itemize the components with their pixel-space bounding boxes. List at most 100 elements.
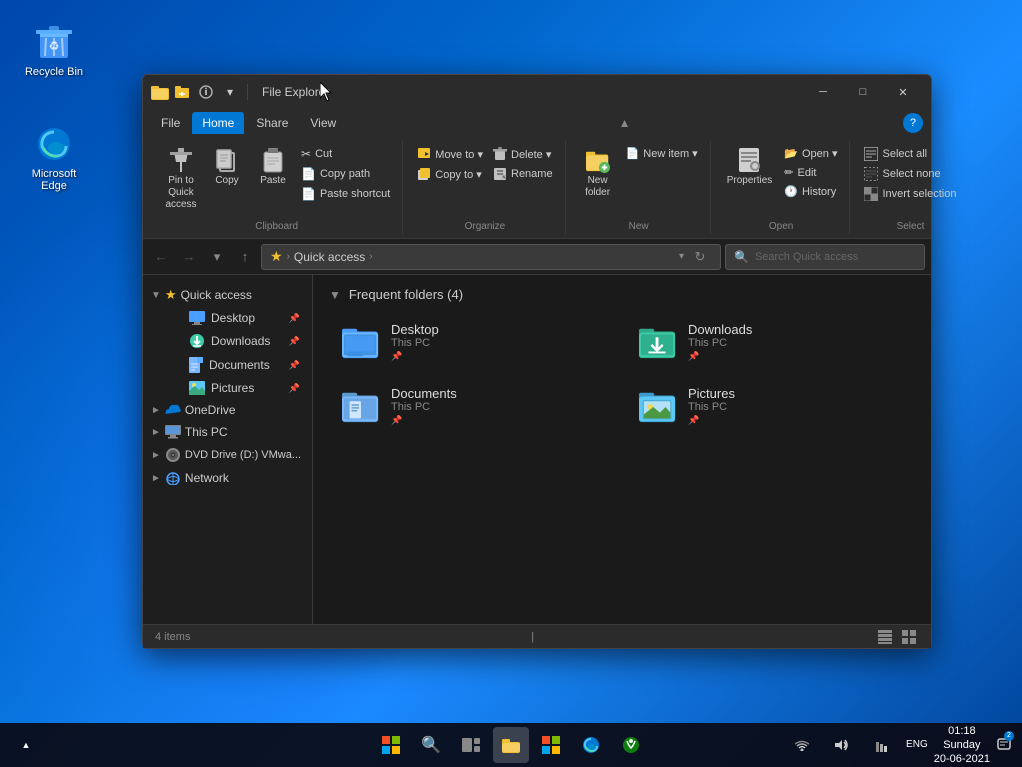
file-explorer-taskbar-button[interactable] <box>493 727 529 763</box>
sidebar-item-quick-access[interactable]: ▼ ★ Quick access <box>143 283 312 307</box>
copy-to-button[interactable]: Copy to ▾ <box>413 165 487 183</box>
notification-center-button[interactable]: 2 <box>994 727 1014 763</box>
sidebar-item-documents[interactable]: Documents 📌 <box>143 353 312 377</box>
paste-icon <box>261 149 285 173</box>
section-expand-icon[interactable]: ▼ <box>329 288 341 302</box>
large-icons-view-button[interactable] <box>899 628 919 646</box>
rename-button[interactable]: Rename <box>489 165 557 183</box>
open-group-buttons: Properties 📂 Open ▾ ✏ Edit <box>721 141 842 219</box>
rename-label: Rename <box>511 168 553 180</box>
clock-full-date: 20-06-2021 <box>934 752 990 766</box>
folder-item-desktop[interactable]: Desktop This PC 📌 <box>329 314 618 370</box>
back-button[interactable]: ← <box>149 245 173 269</box>
volume-icon[interactable] <box>824 727 860 763</box>
qt-new-folder-btn[interactable] <box>171 82 193 102</box>
wifi-icon[interactable] <box>784 727 820 763</box>
edit-label: Edit <box>798 167 817 179</box>
close-button[interactable]: ✕ <box>883 77 923 107</box>
up-button[interactable]: ↑ <box>233 245 257 269</box>
pin-icon <box>169 149 193 173</box>
details-view-button[interactable] <box>875 628 895 646</box>
onedrive-label: OneDrive <box>185 403 236 417</box>
sidebar-item-dvd-drive[interactable]: ► DVD Drive (D:) VMwa... <box>143 443 312 467</box>
network-status-icon[interactable] <box>864 727 900 763</box>
qt-dropdown-btn[interactable]: ▾ <box>219 82 241 102</box>
ribbon-collapse-btn[interactable]: ▲ <box>615 114 635 132</box>
search-button[interactable]: 🔍 <box>413 727 449 763</box>
properties-button[interactable]: Properties <box>721 145 779 191</box>
new-folder-icon <box>586 149 610 173</box>
copy-path-button[interactable]: 📄 Copy path <box>297 165 394 183</box>
invert-selection-button[interactable]: Invert selection <box>860 185 960 203</box>
sidebar-item-desktop[interactable]: Desktop 📌 <box>143 307 312 329</box>
downloads-folder-info: Downloads This PC 📌 <box>688 322 752 362</box>
desktop-folder-name: Desktop <box>391 322 439 337</box>
edge-taskbar-icon <box>582 736 600 754</box>
address-dropdown-button[interactable]: ▾ <box>679 251 684 262</box>
sidebar-item-pictures[interactable]: Pictures 📌 <box>143 377 312 399</box>
organize-group-label: Organize <box>465 219 506 234</box>
sidebar-item-onedrive[interactable]: ► OneDrive <box>143 399 312 421</box>
tab-home[interactable]: Home <box>192 112 244 134</box>
pin-to-quick-access-button[interactable]: Pin to Quickaccess <box>159 145 203 215</box>
folder-item-pictures[interactable]: Pictures This PC 📌 <box>626 378 915 434</box>
edit-icon: ✏ <box>784 166 793 179</box>
ribbon-group-open: Properties 📂 Open ▾ ✏ Edit <box>713 141 851 234</box>
search-bar[interactable]: 🔍 Search Quick access <box>725 244 925 270</box>
this-pc-icon <box>165 425 181 439</box>
folder-item-downloads[interactable]: Downloads This PC 📌 <box>626 314 915 370</box>
xbox-taskbar-button[interactable] <box>613 727 649 763</box>
address-path: Quick access › <box>294 250 373 264</box>
desktop-icon-edge[interactable]: Microsoft Edge <box>18 120 90 196</box>
store-taskbar-button[interactable] <box>533 727 569 763</box>
minimize-button[interactable]: ─ <box>803 77 843 107</box>
edge-taskbar-button[interactable] <box>573 727 609 763</box>
tab-share[interactable]: Share <box>246 112 298 134</box>
ribbon-group-clipboard: Pin to Quickaccess <box>151 141 403 234</box>
pictures-folder-info: Pictures This PC 📌 <box>688 386 735 426</box>
address-chevron-icon: › <box>287 251 290 262</box>
ribbon: File Home Share View ▲ ? <box>143 109 931 239</box>
maximize-button[interactable]: □ <box>843 77 883 107</box>
system-clock[interactable]: 01:18 Sunday 20-06-2021 <box>934 724 990 767</box>
clock-date: Sunday <box>934 738 990 752</box>
edit-button[interactable]: ✏ Edit <box>780 164 841 181</box>
pictures-folder-name: Pictures <box>688 386 735 401</box>
forward-button[interactable]: → <box>177 245 201 269</box>
move-to-button[interactable]: Move to ▾ <box>413 145 487 163</box>
open-button[interactable]: 📂 Open ▾ <box>780 145 841 162</box>
address-bar[interactable]: ★ › Quick access › ▾ ↻ <box>261 244 721 270</box>
documents-pin-icon: 📌 <box>289 360 300 371</box>
qt-properties-btn[interactable] <box>195 82 217 102</box>
cut-button[interactable]: ✂ Cut <box>297 145 394 163</box>
copy-button[interactable]: Copy <box>205 145 249 191</box>
select-none-button[interactable]: Select none <box>860 165 960 183</box>
desktop-icon-recycle-bin[interactable]: ♻ Recycle Bin <box>18 18 90 82</box>
history-button[interactable]: 🕐 History <box>780 183 841 200</box>
select-all-button[interactable]: Select all <box>860 145 960 163</box>
system-tray-overflow-button[interactable]: ▲ <box>8 727 44 763</box>
paste-button[interactable]: Paste <box>251 145 295 191</box>
tab-file[interactable]: File <box>151 112 190 134</box>
dvd-expand-icon: ► <box>151 450 161 461</box>
main-content: ▼ ★ Quick access Desktop 📌 <box>143 275 931 624</box>
sidebar-item-downloads[interactable]: Downloads 📌 <box>143 329 312 353</box>
tab-view[interactable]: View <box>300 112 346 134</box>
new-item-button[interactable]: 📄 New item ▾ <box>622 145 702 162</box>
start-button[interactable] <box>373 727 409 763</box>
recent-locations-button[interactable]: ▾ <box>205 245 229 269</box>
folder-item-documents[interactable]: Documents This PC 📌 <box>329 378 618 434</box>
language-indicator[interactable]: ENG <box>904 739 930 750</box>
help-button[interactable]: ? <box>903 113 923 133</box>
sidebar-item-network[interactable]: ► Network <box>143 467 312 489</box>
status-separator: | <box>531 631 534 643</box>
sidebar-item-this-pc[interactable]: ► This PC <box>143 421 312 443</box>
desktop-folder-info: Desktop This PC 📌 <box>391 322 439 362</box>
task-view-button[interactable] <box>453 727 489 763</box>
paste-shortcut-button[interactable]: 📄 Paste shortcut <box>297 185 394 203</box>
address-path-text: Quick access <box>294 250 365 264</box>
refresh-button[interactable]: ↻ <box>688 245 712 269</box>
delete-button[interactable]: Delete ▾ <box>489 145 557 163</box>
history-label: History <box>802 186 836 198</box>
new-folder-button[interactable]: Newfolder <box>576 145 620 203</box>
